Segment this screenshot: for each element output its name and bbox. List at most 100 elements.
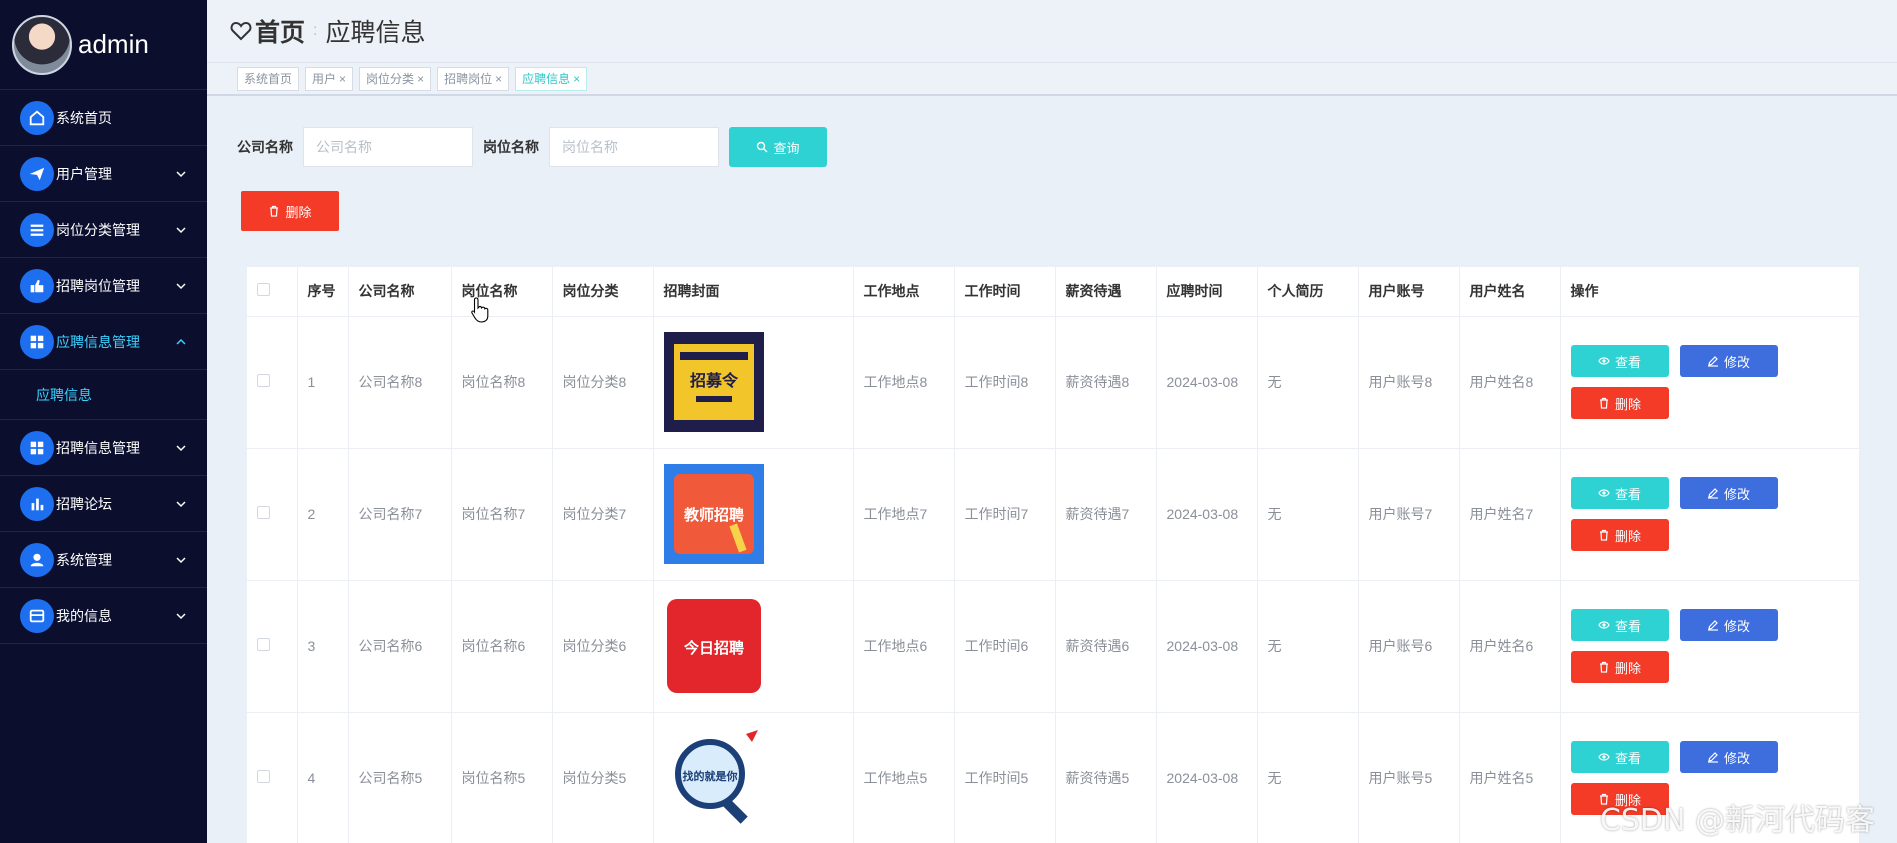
table-row[interactable]: 2 公司名称7 岗位名称7 岗位分类7 教师招聘 工作地点7 工作时间7 薪资待… — [247, 448, 1860, 581]
avatar[interactable] — [12, 14, 72, 75]
delete-label: 删除 — [1614, 396, 1641, 412]
cell-resume: 无 — [1257, 448, 1359, 581]
cover-image[interactable]: 教师招聘 — [663, 464, 764, 564]
delete-button[interactable]: 删除 — [1570, 387, 1669, 419]
row-checkbox[interactable] — [257, 506, 270, 519]
cell-salary: 薪资待遇6 — [1055, 580, 1157, 713]
row-checkbox[interactable] — [257, 638, 270, 651]
search-icon — [757, 141, 768, 153]
table-row[interactable]: 3 公司名称6 岗位名称6 岗位分类6 今日招聘 工作地点6 工作时间6 薪资待… — [247, 580, 1860, 713]
cover-text: 今日招聘 — [682, 639, 743, 657]
close-icon[interactable]: × — [339, 72, 346, 86]
breadcrumb-home[interactable]: 首页 — [255, 13, 305, 49]
cell-salary: 薪资待遇5 — [1055, 712, 1157, 843]
view-button[interactable]: 查看 — [1570, 345, 1669, 377]
cell-actions: 查看 修改 删除 — [1560, 580, 1860, 713]
row-select-cell — [247, 712, 298, 843]
query-button-label: 查询 — [773, 140, 800, 156]
thumbs-up-icon — [20, 268, 54, 303]
tag-application-info[interactable]: 应聘信息 × — [515, 66, 588, 91]
cover-text: 招募令 — [689, 371, 738, 390]
edit-label: 修改 — [1723, 486, 1750, 502]
home-icon — [20, 100, 54, 135]
sidebar-item-application-management[interactable]: 应聘信息管理 — [0, 314, 207, 370]
row-checkbox[interactable] — [257, 770, 270, 783]
sidebar-item-forum[interactable]: 招聘论坛 — [0, 476, 207, 532]
delete-button[interactable]: 删除 — [1570, 651, 1669, 683]
cell-account: 用户账号5 — [1358, 712, 1460, 843]
sidebar-item-my-info[interactable]: 我的信息 — [0, 588, 207, 644]
column-header: 工作时间 — [954, 267, 1056, 317]
edit-label: 修改 — [1723, 618, 1750, 634]
sidebar-item-recruit-position[interactable]: 招聘岗位管理 — [0, 258, 207, 314]
cell-company: 公司名称7 — [348, 448, 452, 581]
sidebar-subitem-application-info[interactable]: 应聘信息 — [0, 370, 207, 420]
chevron-down-icon — [176, 282, 186, 289]
list-icon — [20, 212, 54, 247]
column-header: 岗位名称 — [451, 267, 553, 317]
edit-icon — [1707, 752, 1718, 763]
cell-position: 岗位名称7 — [451, 448, 553, 581]
sidebar-item-users[interactable]: 用户管理 — [0, 146, 207, 202]
sidebar-item-system[interactable]: 系统管理 — [0, 532, 207, 588]
cover-image[interactable]: 找的就是你 — [663, 728, 764, 828]
cell-cover: 招募令 — [653, 316, 854, 449]
view-button[interactable]: 查看 — [1570, 477, 1669, 509]
cell-name: 用户姓名8 — [1459, 316, 1561, 449]
trash-icon — [270, 205, 279, 217]
view-button[interactable]: 查看 — [1570, 609, 1669, 641]
tag-users[interactable]: 用户 × — [305, 66, 354, 91]
close-icon[interactable]: × — [417, 72, 424, 86]
column-header: 应聘时间 — [1156, 267, 1258, 317]
position-search-input[interactable] — [549, 127, 719, 167]
cell-no: 1 — [297, 316, 349, 449]
tag-home[interactable]: 系统首页 — [237, 66, 300, 91]
heart-icon — [230, 21, 252, 41]
grid-icon — [20, 324, 54, 359]
cell-position: 岗位名称8 — [451, 316, 553, 449]
cover-image[interactable]: 今日招聘 — [663, 596, 764, 696]
view-label: 查看 — [1614, 750, 1641, 766]
delete-button[interactable]: 删除 — [1570, 519, 1669, 551]
cell-worktime: 工作时间8 — [954, 316, 1056, 449]
grid-icon — [20, 430, 54, 465]
cell-no: 4 — [297, 712, 349, 843]
cell-company: 公司名称6 — [348, 580, 452, 713]
batch-delete-button[interactable]: 删除 — [241, 191, 339, 231]
edit-button[interactable]: 修改 — [1679, 345, 1778, 377]
tag-job-category[interactable]: 岗位分类 × — [359, 66, 432, 91]
sidebar-item-label: 招聘岗位管理 — [56, 277, 140, 294]
column-header: 序号 — [297, 267, 349, 317]
close-icon[interactable]: × — [573, 72, 580, 86]
trash-icon — [1599, 397, 1608, 409]
select-all-checkbox[interactable] — [257, 283, 270, 297]
sidebar-item-label: 系统管理 — [56, 551, 112, 568]
cell-category: 岗位分类8 — [552, 316, 654, 449]
view-button[interactable]: 查看 — [1570, 741, 1669, 773]
cell-cover: 教师招聘 — [653, 448, 854, 581]
close-icon[interactable]: × — [495, 72, 502, 86]
cell-resume: 无 — [1257, 316, 1359, 449]
sidebar-item-job-category[interactable]: 岗位分类管理 — [0, 202, 207, 258]
hand-cursor-icon — [471, 297, 489, 323]
chevron-down-icon — [176, 170, 186, 177]
tag-recruit-position[interactable]: 招聘岗位 × — [437, 66, 510, 91]
sidebar-item-home[interactable]: 系统首页 — [0, 90, 207, 146]
edit-icon — [1707, 356, 1718, 367]
search-form: 公司名称 岗位名称 查询 — [237, 127, 827, 167]
cell-account: 用户账号8 — [1358, 316, 1460, 449]
edit-button[interactable]: 修改 — [1679, 609, 1778, 641]
edit-button[interactable]: 修改 — [1679, 741, 1778, 773]
edit-button[interactable]: 修改 — [1679, 477, 1778, 509]
sidebar: admin 系统首页 用户管理 岗位分类管理 招聘岗位管理 应聘信息管理 应聘信… — [0, 0, 207, 843]
row-select-cell — [247, 580, 298, 713]
sidebar-item-recruit-info[interactable]: 招聘信息管理 — [0, 420, 207, 476]
column-header: 招聘封面 — [653, 267, 854, 317]
cover-image[interactable]: 招募令 — [663, 332, 764, 432]
cell-name: 用户姓名7 — [1459, 448, 1561, 581]
cell-worktime: 工作时间7 — [954, 448, 1056, 581]
company-search-input[interactable] — [303, 127, 473, 167]
row-checkbox[interactable] — [257, 374, 270, 387]
query-button[interactable]: 查询 — [729, 127, 827, 167]
table-row[interactable]: 1 公司名称8 岗位名称8 岗位分类8 招募令 工作地点8 工作时间8 薪资待遇… — [247, 316, 1860, 449]
